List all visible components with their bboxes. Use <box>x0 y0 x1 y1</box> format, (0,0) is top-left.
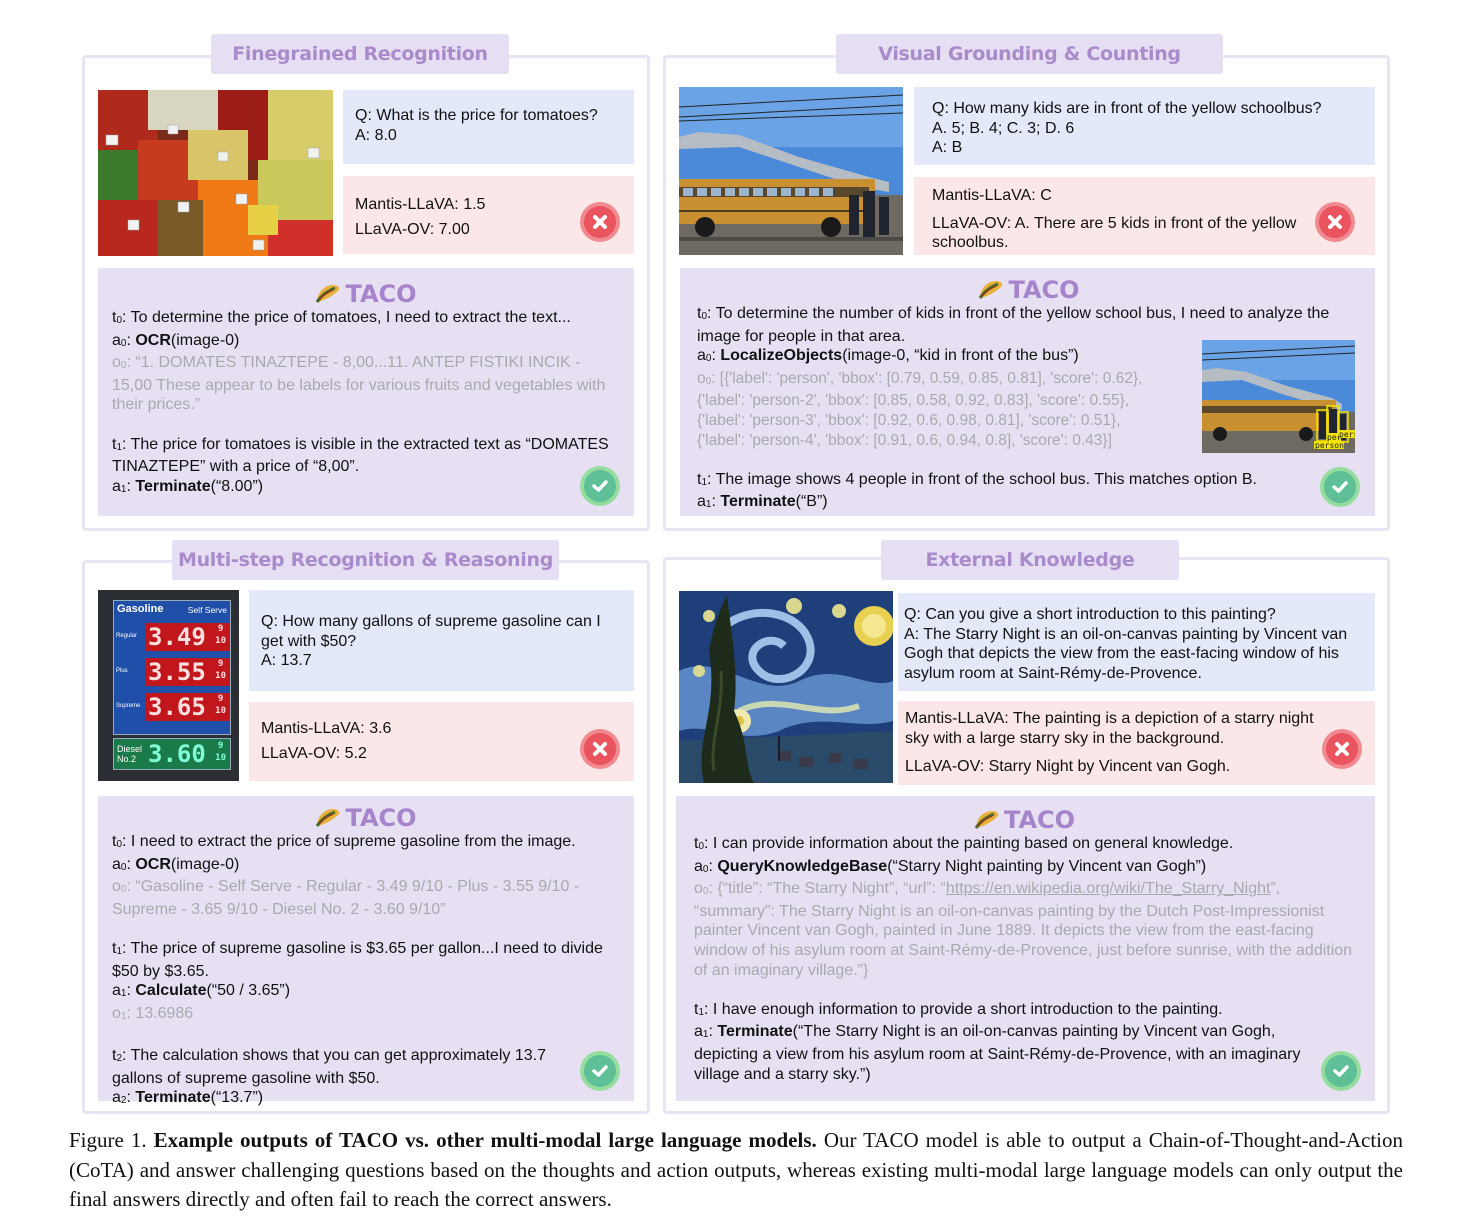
taco-icon <box>315 806 341 827</box>
taco-label: TACO <box>1003 806 1076 834</box>
question-text: Q: Can you give a short introduction to … <box>904 606 1276 623</box>
taco-label: TACO <box>1008 276 1080 304</box>
thought-step: t1: The price of supreme gasoline is $3.… <box>112 939 603 980</box>
caption-bold: Example outputs of TACO vs. other multi-… <box>153 1128 817 1152</box>
localized-bus-image: person per perso <box>1202 340 1355 453</box>
question-text: Q: What is the price for tomatoes? <box>355 107 598 124</box>
thought-step: t0: To determine the price of tomatoes, … <box>112 309 571 326</box>
baseline-answer-llava-ov: LLaVA-OV: A. There are 5 kids in front o… <box>932 214 1297 252</box>
sign-row-diesel: Diesel No.2 3.60 9 10 <box>113 738 231 770</box>
bbox-label: person <box>1315 441 1344 450</box>
question-box: Q: Can you give a short introduction to … <box>898 593 1375 691</box>
taco-header: TACO <box>694 806 1355 834</box>
taco-label: TACO <box>345 804 417 832</box>
wrong-x-icon <box>580 202 620 242</box>
action-step: a1: Terminate(“The Starry Night is an oi… <box>694 1023 1301 1083</box>
wrong-x-icon <box>1322 729 1362 769</box>
baseline-answer-llava-ov: LLaVA-OV: Starry Night by Vincent van Go… <box>905 758 1231 775</box>
wikipedia-link[interactable]: https://en.wikipedia.org/wiki/The_Starry… <box>946 880 1271 897</box>
gas-price-sign-image: Gasoline Self Serve Regular 3.49 9 10 Plus… <box>98 590 239 781</box>
panel-title: Finegrained Recognition <box>211 34 509 74</box>
observation-step: o0: “Gasoline - Self Serve - Regular - 3… <box>112 878 580 918</box>
taco-icon <box>315 282 341 303</box>
answer-text: A: 8.0 <box>355 126 397 144</box>
thought-step: t1: The price for tomatoes is visible in… <box>112 435 609 476</box>
action-step: a0: QueryKnowledgeBase(“Starry Night pai… <box>694 857 1207 875</box>
question-box: Q: What is the price for tomatoes? A: 8.… <box>343 90 634 164</box>
question-text: Q: How many kids are in front of the yel… <box>932 100 1322 117</box>
taco-output-box: TACO t0: To determine the price of tomat… <box>98 268 634 516</box>
baseline-answer-llava-ov: LLaVA-OV: 5.2 <box>261 744 367 762</box>
correct-check-icon <box>580 1051 620 1091</box>
observation-step: o0: “1. DOMATES TINAZTEPE - 8,00...11. A… <box>112 354 606 414</box>
taco-icon <box>978 278 1004 299</box>
panel-title: Multi-step Recognition & Reasoning <box>172 540 559 580</box>
question-text: Q: How many gallons of supreme gasoline … <box>261 613 601 650</box>
observation-step: o0: {“title”: “The Starry Night”, “url”:… <box>694 880 1353 979</box>
action-step: a1: Terminate(“B”) <box>697 493 828 511</box>
panel-title: External Knowledge <box>881 540 1179 580</box>
baseline-answer-mantis: Mantis-LLaVA: C <box>932 187 1052 204</box>
taco-header: TACO <box>112 280 620 308</box>
thought-step: t1: The image shows 4 people in front of… <box>697 470 1257 488</box>
action-step: a1: Calculate(“50 / 3.65”) <box>112 982 291 1000</box>
panel-title: Visual Grounding & Counting <box>836 34 1223 74</box>
question-box: Q: How many kids are in front of the yel… <box>914 87 1375 165</box>
baseline-answers-box: Mantis-LLaVA: C LLaVA-OV: A. There are 5… <box>914 177 1375 255</box>
answer-text: A: The Starry Night is an oil-on-canvas … <box>904 625 1348 682</box>
wrong-x-icon <box>1315 202 1355 242</box>
baseline-answers-box: Mantis-LLaVA: 3.6 LLaVA-OV: 5.2 <box>249 702 634 781</box>
taco-header: TACO <box>697 276 1361 304</box>
correct-check-icon <box>580 466 620 506</box>
options-text: A. 5; B. 4; C. 3; D. 6 <box>932 119 1075 137</box>
action-step: a1: Terminate(“8.00”) <box>112 477 264 495</box>
figure-label: Figure 1. <box>69 1128 147 1152</box>
baseline-answer-mantis: Mantis-LLaVA: The painting is a depictio… <box>905 710 1314 747</box>
sign-row-plus: Plus 3.55 9 10 <box>113 656 231 688</box>
baseline-answers-box: Mantis-LLaVA: The painting is a depictio… <box>898 701 1375 785</box>
starry-night-image <box>679 591 893 783</box>
sign-header-right: Self Serve <box>187 605 227 615</box>
thought-step: t0: I need to extract the price of supre… <box>112 833 576 850</box>
answer-text: A: 13.7 <box>261 652 312 669</box>
taco-icon <box>974 808 1000 829</box>
sign-header-left: Gasoline <box>117 603 164 615</box>
baseline-answer-mantis: Mantis-LLaVA: 3.6 <box>261 720 392 737</box>
taco-output-box: TACO t0: I need to extract the price of … <box>98 796 634 1106</box>
correct-check-icon <box>1321 1051 1361 1091</box>
wrong-x-icon <box>580 729 620 769</box>
sign-row-regular: Regular 3.49 9 10 <box>113 621 231 653</box>
correct-check-icon <box>1320 467 1360 507</box>
taco-output-box: TACO t0: I can provide information about… <box>676 796 1375 1101</box>
thought-step: t2: The calculation shows that you can g… <box>112 1046 546 1087</box>
answer-text: A: B <box>932 139 963 156</box>
question-box: Q: How many gallons of supreme gasoline … <box>249 590 634 691</box>
action-step: a0: OCR(image-0) <box>112 855 240 873</box>
thought-step: t1: I have enough information to provide… <box>694 1000 1223 1018</box>
figure-caption: Figure 1. Example outputs of TACO vs. ot… <box>69 1126 1403 1215</box>
taco-label: TACO <box>345 280 417 308</box>
fruit-market-image <box>98 90 333 256</box>
action-step: a2: Terminate(“13.7”) <box>112 1089 264 1107</box>
bbox-label: perso <box>1339 430 1355 439</box>
sign-row-supreme: Supreme 3.65 9 10 <box>113 691 231 723</box>
thought-step: t0: I can provide information about the … <box>694 835 1234 852</box>
action-step: a0: OCR(image-0) <box>112 331 240 349</box>
observation-step: o1: 13.6986 <box>112 1004 194 1022</box>
taco-header: TACO <box>112 804 620 832</box>
school-bus-image <box>679 87 903 255</box>
